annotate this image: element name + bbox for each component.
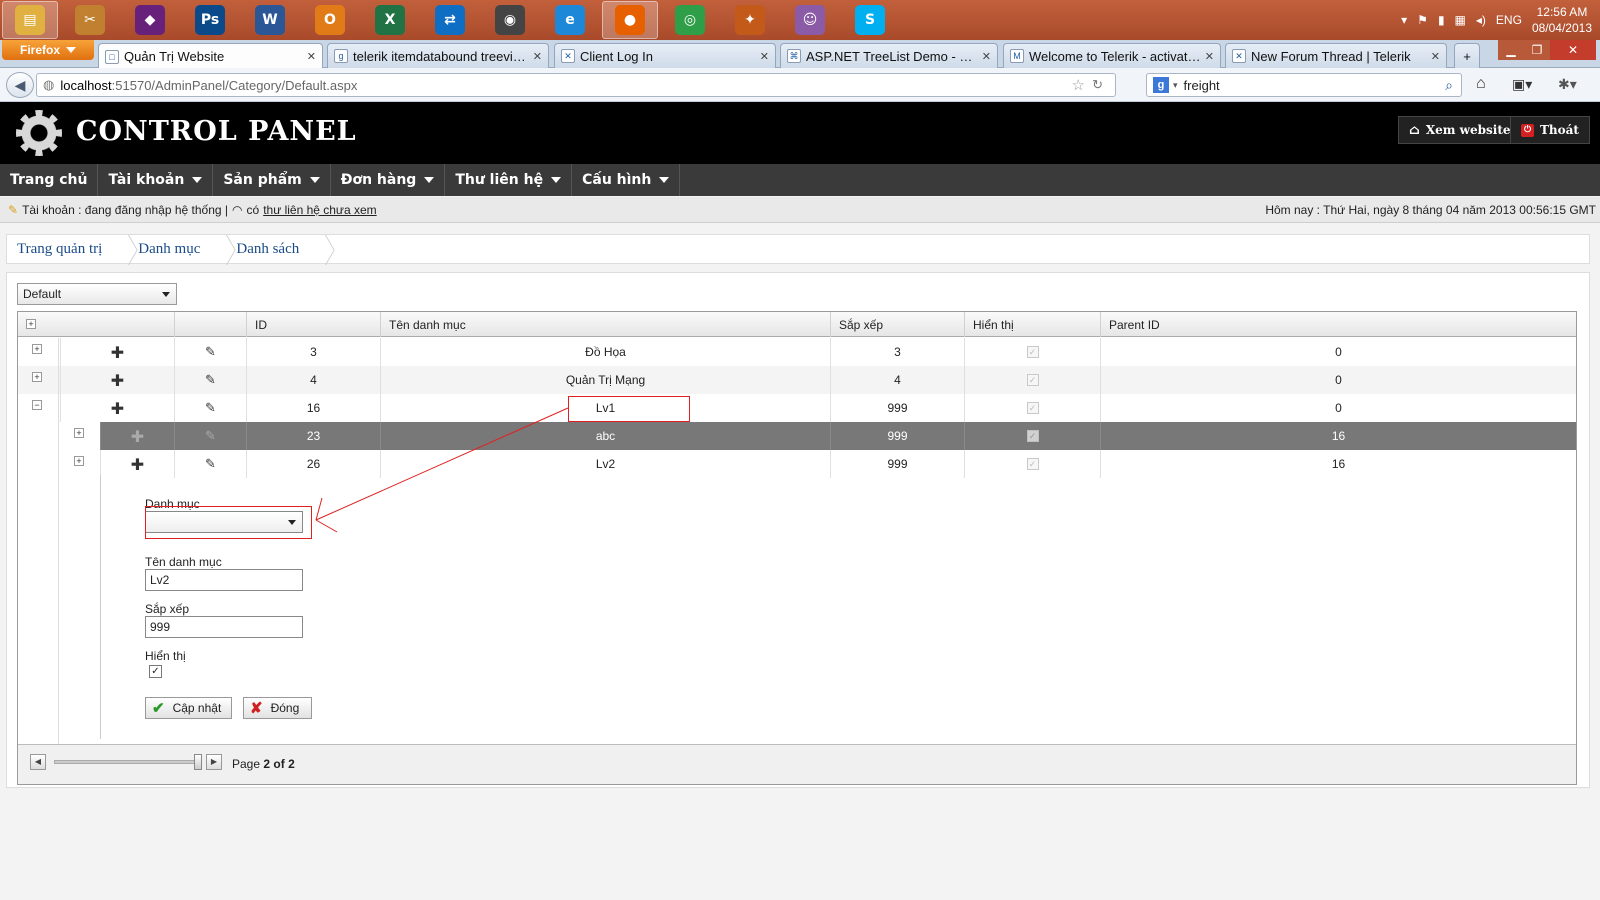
annotation-arrow-head-top	[315, 497, 323, 521]
annotation-arrow-line	[315, 407, 569, 521]
annotation-arrow	[315, 407, 569, 533]
annotation-arrow-head-bottom	[315, 519, 338, 533]
